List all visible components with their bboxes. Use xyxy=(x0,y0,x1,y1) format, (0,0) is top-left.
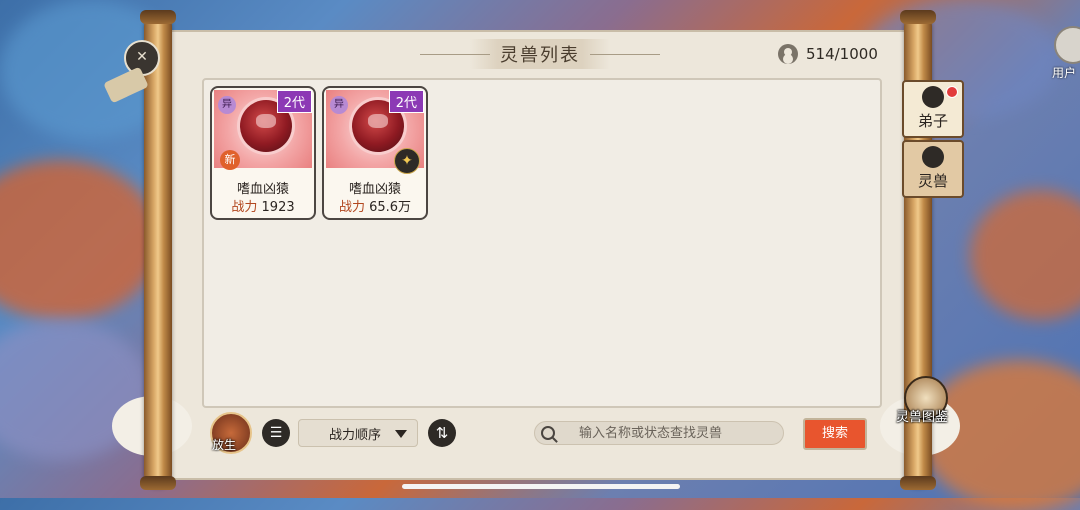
generation-badge: 2代 xyxy=(276,90,312,113)
variant-badge: 异 xyxy=(218,96,236,114)
tab-label: 灵兽 xyxy=(917,172,948,190)
power-label: 战力 xyxy=(338,200,365,215)
beast-name: 嗜血凶猿 xyxy=(236,182,289,197)
search-input[interactable] xyxy=(577,424,783,442)
capacity-value: 514/1000 xyxy=(806,45,878,63)
chevron-down-icon xyxy=(395,430,407,438)
tab-label: 弟子 xyxy=(917,112,948,130)
search-bar xyxy=(534,421,784,445)
home-indicator[interactable] xyxy=(402,484,680,489)
bg-scenery xyxy=(0,160,160,320)
beast-power: 战力 1923 xyxy=(212,196,314,215)
beast-card[interactable]: 2代 异 ✦ 嗜血凶猿 战力 65.6万 xyxy=(322,86,428,220)
divider xyxy=(590,54,660,55)
codex-label[interactable]: 灵兽图鉴 xyxy=(896,406,948,425)
beast-power: 战力 65.6万 xyxy=(324,196,426,215)
power-label: 战力 xyxy=(231,200,258,215)
bg-scenery xyxy=(970,190,1080,320)
sort-order-icon[interactable]: ⇅ xyxy=(428,419,456,447)
sort-value: 战力顺序 xyxy=(329,427,382,443)
beast-card[interactable]: 2代 异 新 嗜血凶猿 战力 1923 xyxy=(210,86,316,220)
variant-badge: 异 xyxy=(330,96,348,114)
divider xyxy=(420,54,490,55)
power-value: 1923 xyxy=(261,200,295,215)
user-center-label[interactable]: 用户 xyxy=(1052,64,1076,81)
tab-beasts[interactable]: 灵兽 xyxy=(902,140,964,198)
beast-name: 嗜血凶猿 xyxy=(348,182,401,197)
user-icon xyxy=(778,44,798,64)
notification-dot xyxy=(946,86,958,98)
new-badge: 新 xyxy=(220,150,240,170)
release-label[interactable]: 放生 xyxy=(212,436,236,453)
scroll-rod-left xyxy=(140,10,176,490)
capacity-counter: 514/1000 xyxy=(778,44,878,64)
tab-disciples[interactable]: 弟子 xyxy=(902,80,964,138)
search-icon xyxy=(541,426,555,440)
disciple-icon xyxy=(922,86,944,108)
page-title: 灵兽列表 xyxy=(470,39,610,69)
beast-icon xyxy=(922,146,944,168)
generation-badge: 2代 xyxy=(388,90,424,113)
star-icon: ✦ xyxy=(394,148,420,174)
header-banner: 灵兽列表 xyxy=(420,38,660,70)
power-value: 65.6万 xyxy=(369,200,412,215)
filter-icon[interactable]: ☰ xyxy=(262,419,290,447)
sort-dropdown[interactable]: 战力顺序 xyxy=(298,419,418,447)
search-button[interactable]: 搜索 xyxy=(803,418,867,450)
